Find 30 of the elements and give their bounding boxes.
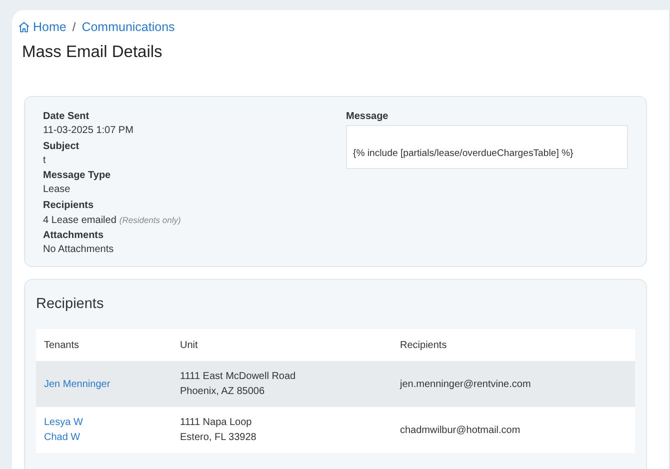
field-value: No Attachments [43,244,114,256]
field-label: Message [346,110,390,124]
breadcrumb-link[interactable]: Home [18,20,66,34]
field-label: Subject [43,140,80,154]
column-header: Tenants [36,329,172,361]
unit-address-line: 1111 East McDowell Road [180,370,297,384]
field-label: Date Sent [43,110,90,124]
recipient-email: jen.menninger@rentvine.com [400,378,531,390]
tenant-link[interactable]: Lesya W [44,415,164,430]
field-value: Lease [43,184,70,196]
unit-address-line: 1111 Napa Loop [180,416,253,430]
field-value: 11-03-2025 1:07 PM [43,125,134,136]
recipient-email: chadmwilbur@hotmail.com [400,424,520,436]
unit-address-line: Estero, FL 33928 [180,431,258,445]
field-label: Attachments [43,229,105,244]
field-note: (Residents only) [119,214,181,225]
unit-address-line: Phoenix, AZ 85006 [180,385,266,399]
breadcrumb-link[interactable]: Communications [82,20,175,34]
home-icon [18,21,30,33]
breadcrumb-separator: / [72,20,76,34]
page-title: Mass Email Details [22,43,164,62]
tenant-link[interactable]: Chad W [44,430,164,445]
section-title: Recipients [36,296,105,312]
field-label: Recipients [43,198,95,213]
column-header: Recipients [392,329,635,361]
field-value: 4 Lease emailed [43,214,116,226]
column-header: Unit [172,329,392,361]
message-box: {% include [partials/lease/overdueChargesTable] %} [346,125,628,169]
field-value: t [43,154,46,166]
field-label: Message Type [43,169,112,184]
